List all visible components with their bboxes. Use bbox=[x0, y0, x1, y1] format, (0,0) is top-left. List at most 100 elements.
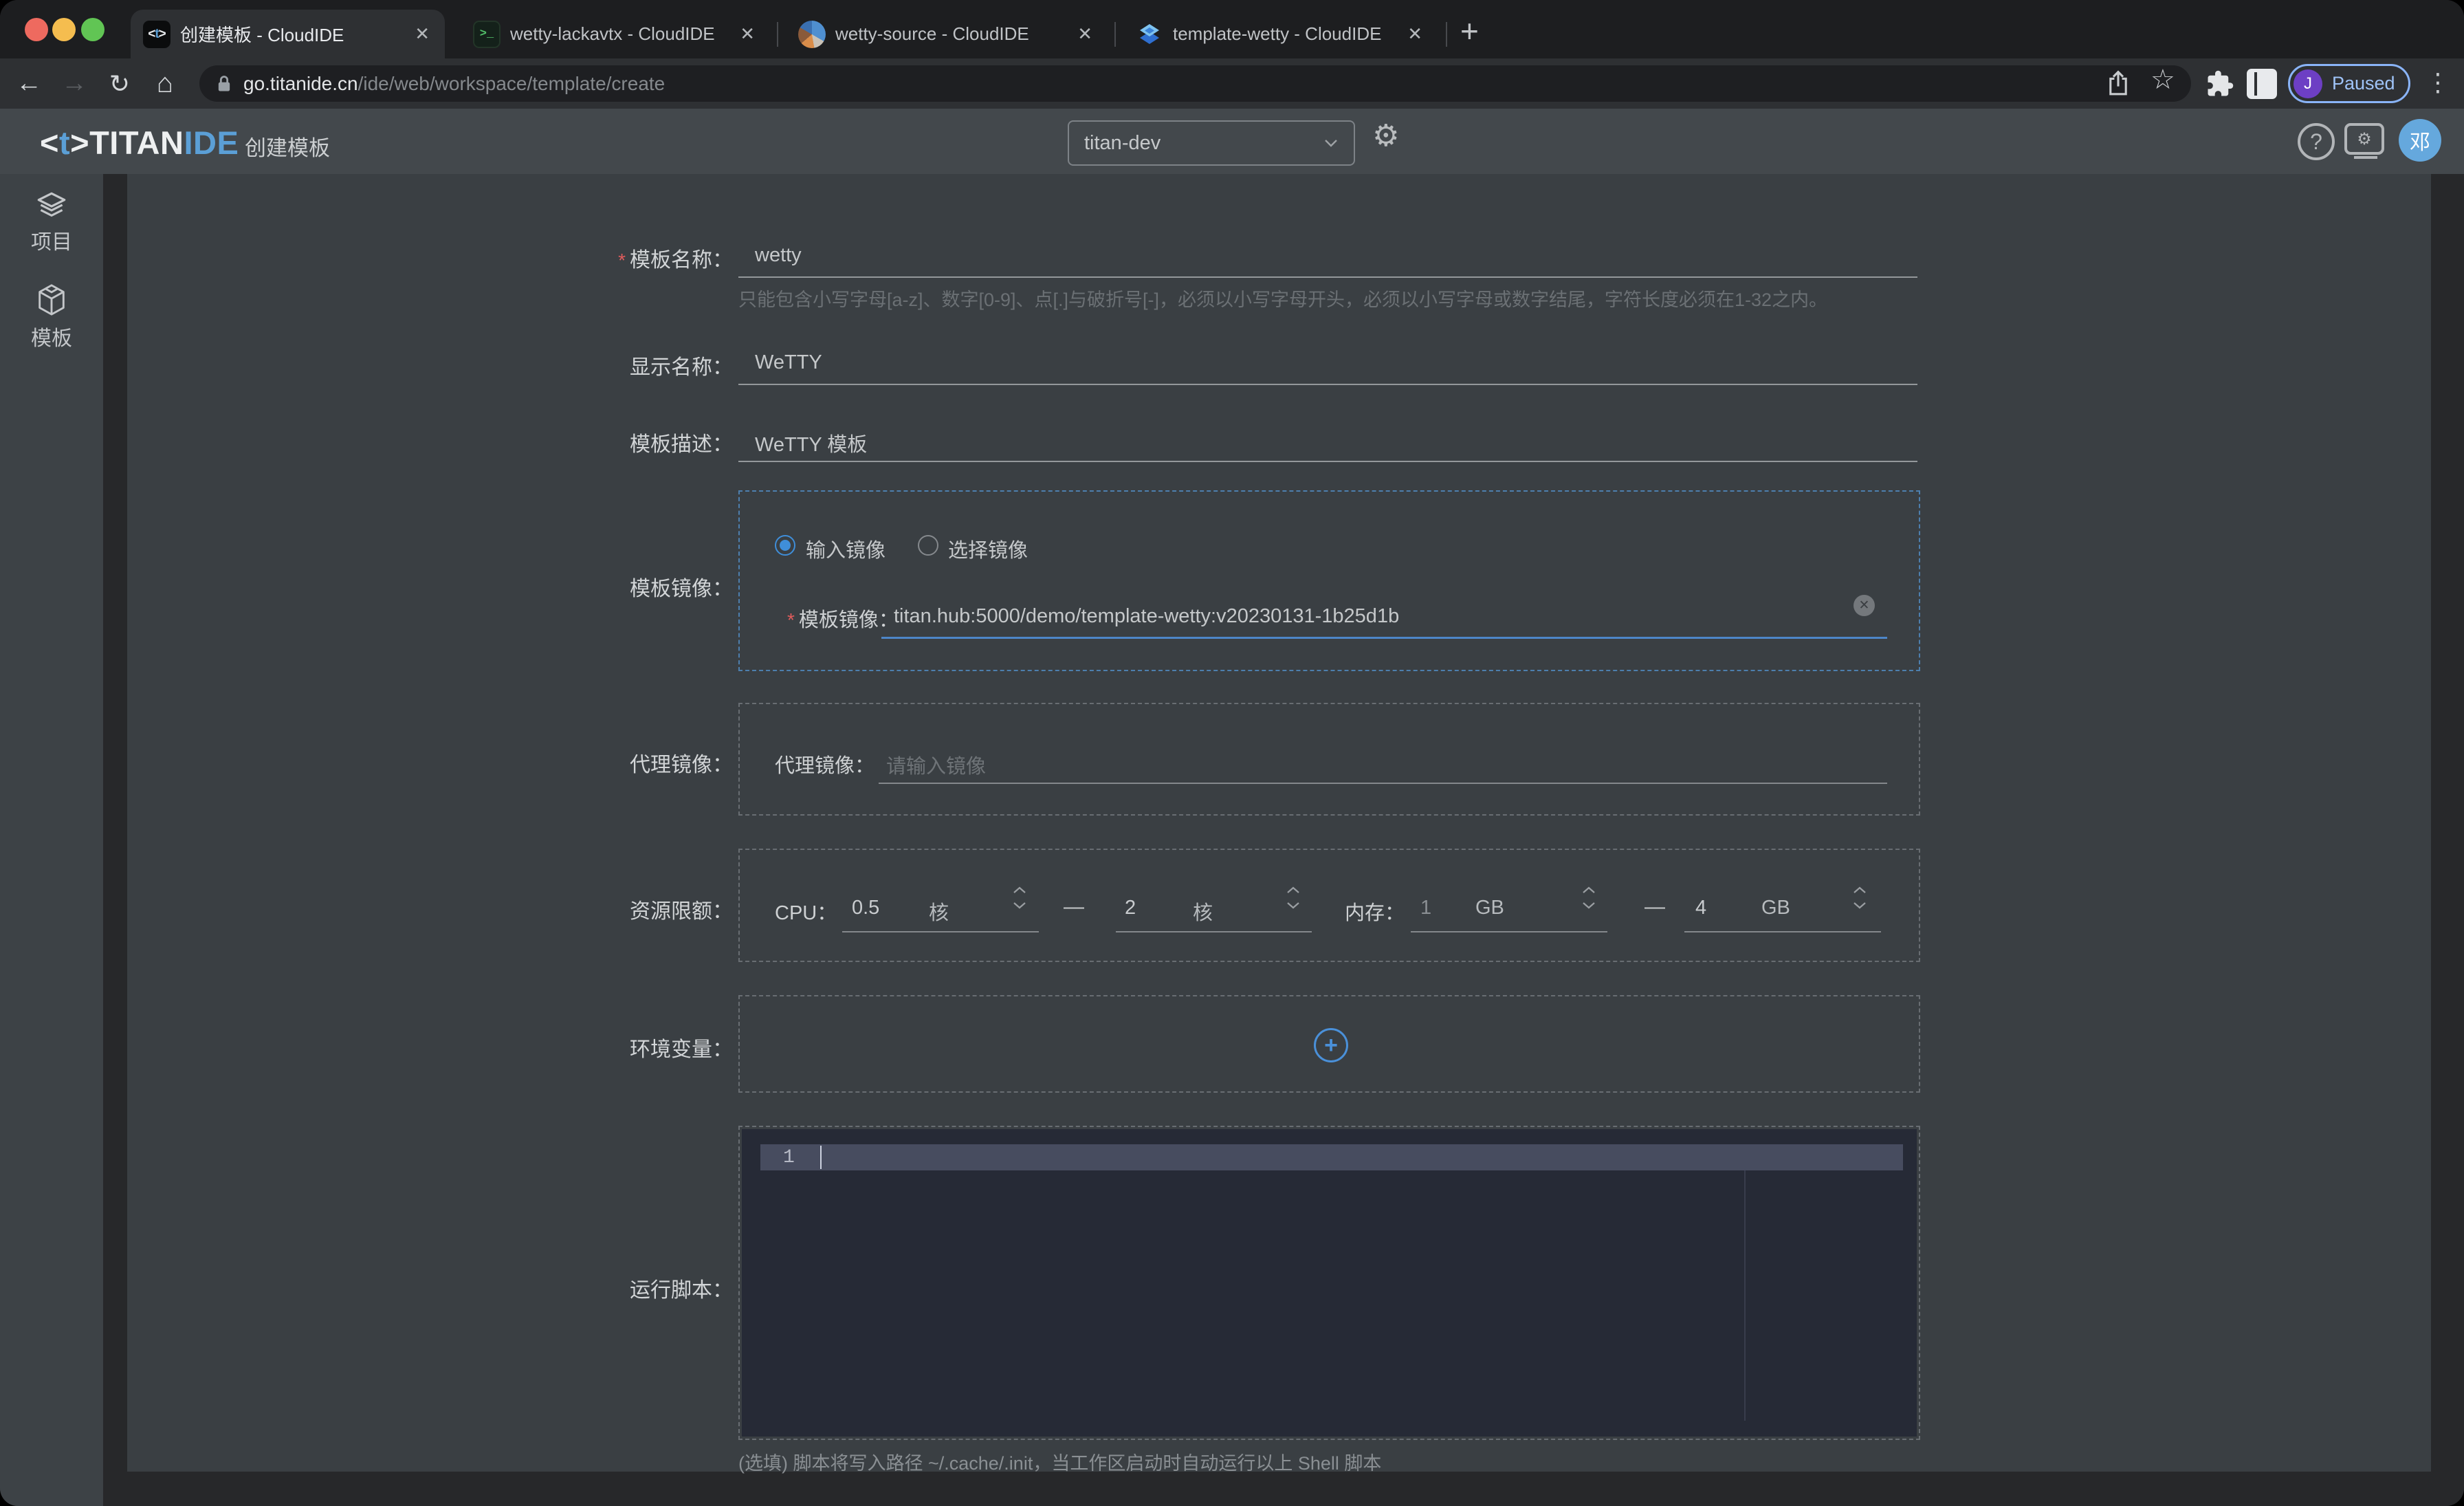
editor-cursor bbox=[820, 1146, 822, 1169]
url-host: go.titanide.cn bbox=[243, 73, 358, 95]
tab-separator bbox=[1114, 22, 1116, 47]
profile-avatar: J bbox=[2294, 69, 2322, 98]
focused-underline bbox=[881, 637, 1887, 639]
template-name-input[interactable]: wetty bbox=[755, 244, 802, 267]
required-mark: * bbox=[787, 609, 795, 631]
cpu-min-unit: 核 bbox=[929, 897, 949, 926]
editor-current-line bbox=[760, 1144, 1903, 1170]
back-button[interactable]: ← bbox=[10, 58, 48, 109]
titanide-logo[interactable]: <t>TITANIDE bbox=[40, 124, 239, 162]
field-label-display-name: 显示名称： bbox=[127, 350, 733, 380]
tab-separator bbox=[777, 22, 778, 47]
extensions-puzzle-icon[interactable] bbox=[2206, 69, 2234, 98]
range-dash: — bbox=[1644, 895, 1665, 919]
close-icon[interactable]: ✕ bbox=[1075, 23, 1095, 45]
terminal-favicon: >_ bbox=[473, 21, 500, 48]
browser-menu-icon[interactable]: ⋮ bbox=[2423, 68, 2453, 97]
add-env-var-button[interactable]: + bbox=[1314, 1028, 1348, 1062]
radio-input-image-label[interactable]: 输入镜像 bbox=[806, 534, 886, 563]
input-underline bbox=[738, 384, 1917, 385]
zoom-window-button[interactable] bbox=[81, 18, 104, 41]
tab-title: wetty-lackavtx - CloudIDE bbox=[510, 23, 727, 45]
profile-button[interactable]: J Paused bbox=[2288, 64, 2410, 103]
bookmark-star-icon[interactable]: ☆ bbox=[2150, 64, 2175, 96]
app-header: <t>TITANIDE 创建模板 titan-dev ⚙ ? ⚙ 邓 bbox=[0, 109, 2464, 174]
sidebar-item-templates[interactable]: 模板 bbox=[0, 283, 103, 351]
template-image-group: 输入镜像 选择镜像 *模板镜像： titan.hub:5000/demo/tem… bbox=[738, 490, 1920, 671]
user-avatar[interactable]: 邓 bbox=[2399, 119, 2441, 162]
field-label-proxy-image: 代理镜像： bbox=[127, 747, 733, 778]
memory-max-stepper[interactable] bbox=[1852, 886, 1867, 910]
help-icon[interactable]: ? bbox=[2298, 123, 2335, 160]
input-underline bbox=[879, 783, 1887, 784]
cpu-max-input[interactable]: 2 bbox=[1125, 897, 1136, 919]
tab-create-template[interactable]: <t> 创建模板 - CloudIDE ✕ bbox=[131, 10, 445, 58]
tab-wetty-lackavtx[interactable]: >_ wetty-lackavtx - CloudIDE ✕ bbox=[461, 10, 770, 58]
home-button[interactable]: ⌂ bbox=[146, 58, 184, 109]
tab-template-wetty[interactable]: template-wetty - CloudIDE ✕ bbox=[1123, 10, 1438, 58]
field-label-run-script: 运行脚本： bbox=[127, 1273, 733, 1303]
proxy-image-input[interactable]: 请输入镜像 bbox=[886, 750, 986, 779]
input-underline bbox=[842, 931, 1039, 932]
tab-title: wetty-source - CloudIDE bbox=[835, 23, 1065, 45]
close-icon[interactable]: ✕ bbox=[412, 23, 432, 45]
titanide-favicon: <t> bbox=[143, 21, 170, 48]
required-mark: * bbox=[618, 250, 626, 271]
tab-title: template-wetty - CloudIDE bbox=[1173, 23, 1395, 45]
close-icon[interactable]: ✕ bbox=[737, 23, 758, 45]
workspace-select-value: titan-dev bbox=[1084, 132, 1323, 155]
input-underline bbox=[1684, 931, 1881, 932]
app-sidebar: 项目 模板 bbox=[0, 174, 103, 1506]
memory-label: 内存： bbox=[1345, 897, 1405, 926]
share-icon[interactable] bbox=[2106, 68, 2130, 97]
script-code-editor[interactable]: 1 bbox=[742, 1129, 1917, 1437]
cpu-max-unit: 核 bbox=[1193, 897, 1213, 926]
chevron-down-icon bbox=[1323, 138, 1339, 148]
new-tab-button[interactable]: + bbox=[1460, 15, 1479, 47]
inner-label-template-image: *模板镜像： bbox=[787, 604, 899, 633]
close-icon[interactable]: ✕ bbox=[1405, 23, 1425, 45]
cpu-min-input[interactable]: 0.5 bbox=[852, 897, 879, 919]
reload-button[interactable]: ↻ bbox=[100, 58, 139, 109]
radio-select-image-label[interactable]: 选择镜像 bbox=[948, 534, 1028, 563]
description-input[interactable]: WeTTY 模板 bbox=[755, 428, 867, 457]
template-image-input[interactable]: titan.hub:5000/demo/template-wetty:v2023… bbox=[894, 605, 1399, 628]
close-window-button[interactable] bbox=[25, 18, 48, 41]
sidebar-item-projects[interactable]: 项目 bbox=[0, 190, 103, 255]
field-label-env-vars: 环境变量： bbox=[127, 1032, 733, 1062]
tab-wetty-source[interactable]: wetty-source - CloudIDE ✕ bbox=[786, 10, 1108, 58]
template-favicon bbox=[1136, 21, 1163, 48]
memory-max-input[interactable]: 4 bbox=[1695, 897, 1706, 919]
clear-input-icon[interactable]: ✕ bbox=[1854, 595, 1875, 616]
side-panel-icon[interactable] bbox=[2247, 69, 2277, 99]
lock-icon bbox=[216, 74, 232, 94]
memory-max-unit: GB bbox=[1761, 897, 1790, 919]
tab-separator bbox=[1446, 22, 1447, 47]
minimize-window-button[interactable] bbox=[52, 18, 76, 41]
field-label-template-name: *模板名称： bbox=[127, 243, 733, 273]
run-script-help: (选填) 脚本将写入路径 ~/.cache/.init，当工作区启动时自动运行以… bbox=[738, 1448, 1381, 1475]
radio-input-image[interactable] bbox=[775, 535, 795, 556]
env-vars-group: + bbox=[738, 995, 1920, 1093]
content-area: 项目 模板 *模板名称： wetty 只能包含小写字母[a-z]、数字[0-9]… bbox=[0, 174, 2464, 1506]
browser-window: <t> 创建模板 - CloudIDE ✕ >_ wetty-lackavtx … bbox=[0, 0, 2464, 1506]
system-monitor-icon[interactable]: ⚙ bbox=[2344, 123, 2384, 155]
gear-icon[interactable]: ⚙ bbox=[1372, 118, 1399, 153]
cpu-min-stepper[interactable] bbox=[1012, 886, 1027, 910]
resource-quota-group: CPU： 0.5 核 — 2 核 内存： 1 GB bbox=[738, 849, 1920, 962]
memory-min-unit: GB bbox=[1475, 897, 1504, 919]
address-bar[interactable]: go.titanide.cn/ide/web/workspace/templat… bbox=[199, 65, 2191, 102]
cpu-max-stepper[interactable] bbox=[1286, 886, 1301, 910]
browser-titlebar: <t> 创建模板 - CloudIDE ✕ >_ wetty-lackavtx … bbox=[0, 0, 2464, 58]
forward-button[interactable]: → bbox=[55, 58, 94, 109]
field-label-description: 模板描述： bbox=[127, 427, 733, 457]
create-template-form: *模板名称： wetty 只能包含小写字母[a-z]、数字[0-9]、点[.]与… bbox=[127, 174, 2431, 1472]
run-script-group: 1 bbox=[738, 1126, 1920, 1440]
memory-min-stepper[interactable] bbox=[1581, 886, 1596, 910]
memory-min-input[interactable]: 1 bbox=[1420, 897, 1431, 919]
workspace-select[interactable]: titan-dev bbox=[1068, 120, 1355, 166]
profile-status: Paused bbox=[2332, 73, 2395, 94]
radio-select-image[interactable] bbox=[918, 535, 938, 556]
editor-ruler bbox=[1744, 1170, 1746, 1421]
display-name-input[interactable]: WeTTY bbox=[755, 351, 822, 374]
